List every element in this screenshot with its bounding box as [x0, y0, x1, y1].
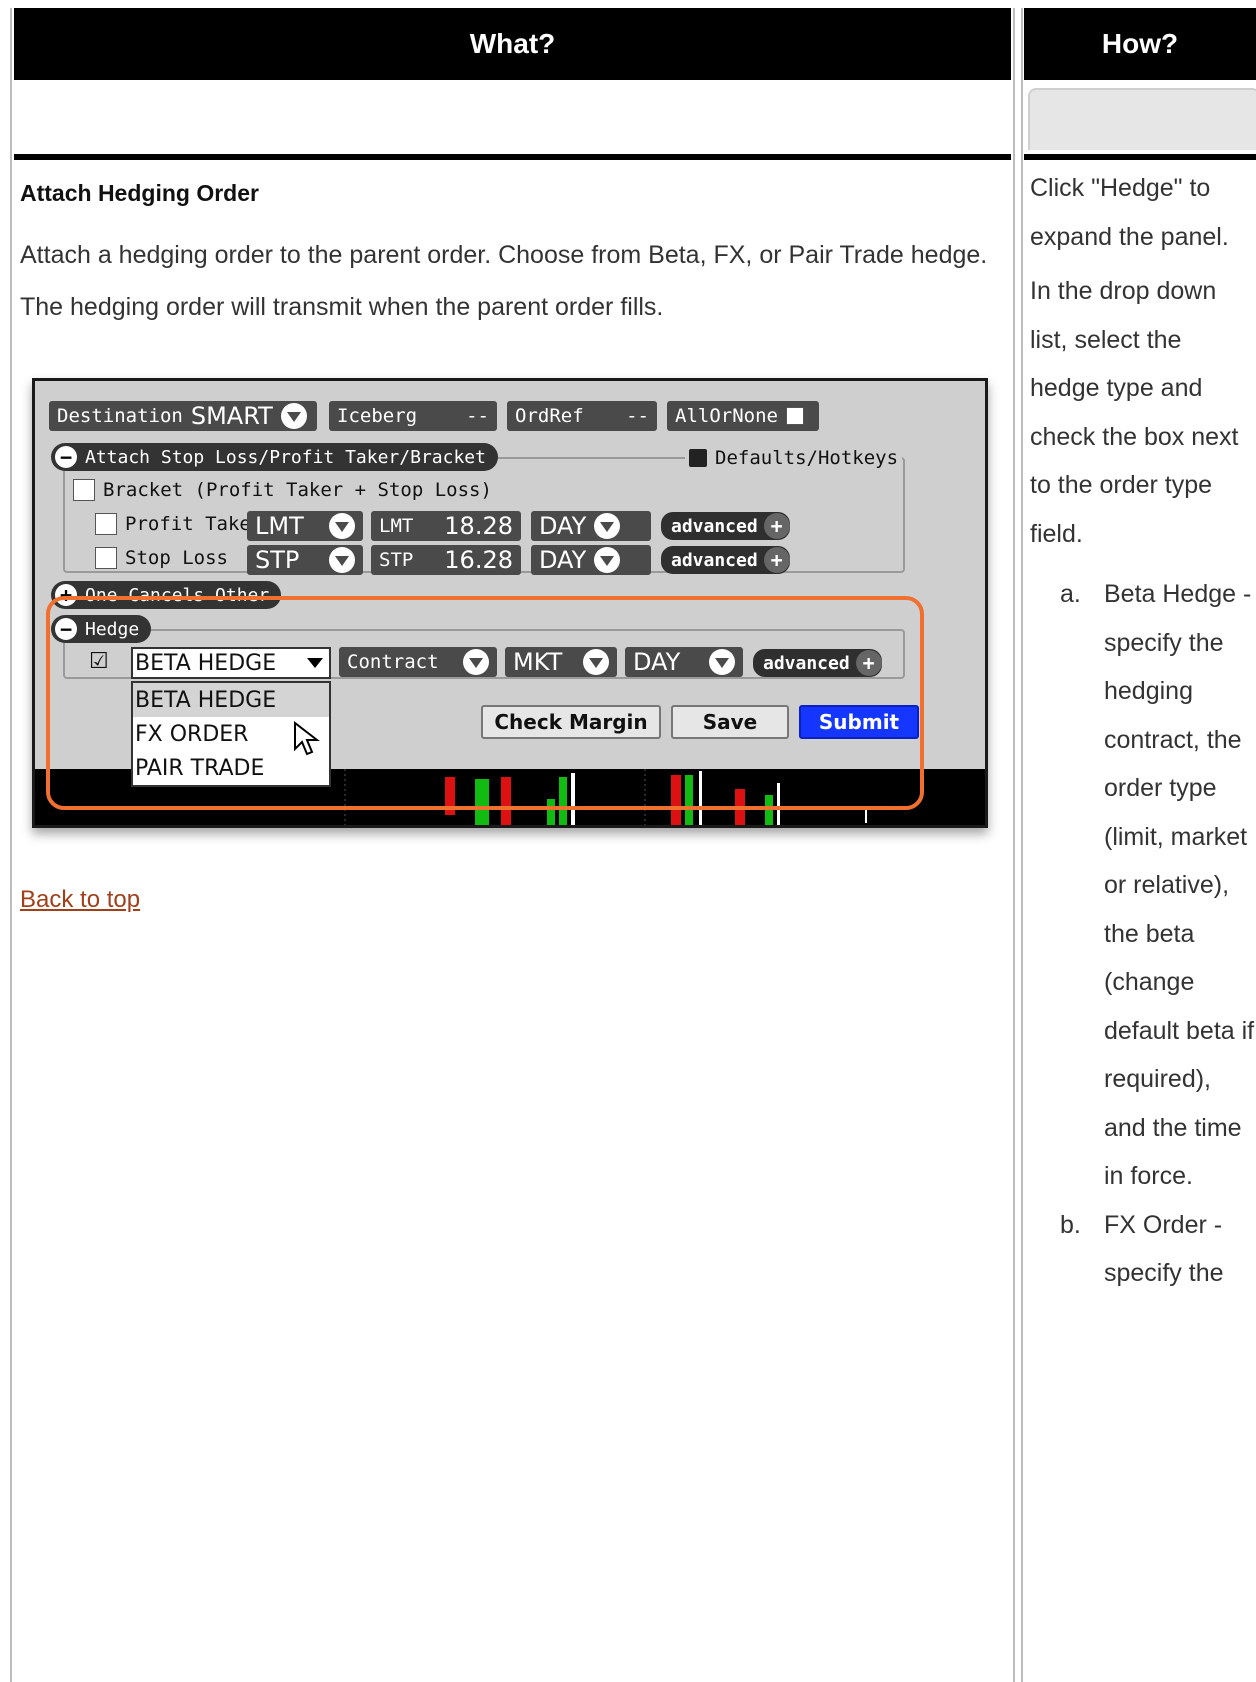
stop-price-field[interactable]: STP 16.28 [371, 545, 521, 575]
table-left-border [10, 8, 12, 1682]
list-marker: b. [1060, 1210, 1081, 1239]
defaults-label: Defaults/Hotkeys [715, 447, 899, 469]
bracket-checkbox[interactable] [73, 479, 95, 501]
advanced-label: advanced [671, 549, 758, 571]
stop-loss-label: Stop Loss [125, 547, 228, 569]
chevron-down-icon[interactable] [280, 403, 307, 429]
profit-type-select[interactable]: LMT [247, 511, 363, 541]
iceberg-label: Iceberg [337, 405, 418, 427]
section-title: Attach Hedging Order [20, 180, 259, 206]
how-step-2: In the drop down list, select the hedge … [1030, 277, 1239, 548]
list-item-text: Beta Hedge - specify the hedging contrac… [1104, 580, 1255, 1190]
chevron-down-icon [594, 547, 621, 573]
profit-advanced-button[interactable]: advanced + [661, 512, 790, 540]
stop-loss-row[interactable]: Stop Loss [95, 547, 228, 569]
what-header: What? [14, 8, 1011, 80]
stop-type-value: STP [255, 546, 300, 574]
bracket-label: Bracket (Profit Taker + Stop Loss) [103, 479, 492, 501]
profit-tif-select[interactable]: DAY [531, 511, 651, 541]
destination-value: SMART [190, 402, 273, 430]
stop-tif-select[interactable]: DAY [531, 545, 651, 575]
hedge-type-list: a. Beta Hedge - specify the hedging cont… [1030, 570, 1256, 1298]
chevron-down-icon [329, 547, 355, 573]
attach-tab-label: Attach Stop Loss/Profit Taker/Bracket [85, 446, 486, 468]
chevron-down-icon [329, 513, 355, 539]
plus-icon: + [763, 513, 790, 539]
how-header-panel [1028, 88, 1256, 150]
stop-advanced-button[interactable]: advanced + [661, 546, 790, 574]
defaults-hotkeys-link[interactable]: Defaults/Hotkeys [685, 447, 903, 469]
stop-type-select[interactable]: STP [247, 545, 363, 575]
iceberg-value: -- [466, 405, 489, 427]
save-disk-icon [689, 449, 707, 467]
list-marker: a. [1060, 580, 1081, 608]
destination-field[interactable]: Destination SMART [49, 401, 317, 431]
profit-taker-checkbox[interactable] [95, 513, 117, 535]
allornone-label: AllOrNone [675, 405, 778, 427]
profit-tif-value: DAY [539, 512, 587, 540]
list-item: b. FX Order - specify the [1030, 1201, 1256, 1298]
profit-taker-row[interactable]: Profit Taker [95, 513, 262, 535]
profit-price-field[interactable]: LMT 18.28 [371, 511, 521, 541]
bracket-row[interactable]: Bracket (Profit Taker + Stop Loss) [73, 479, 492, 501]
list-item-text: FX Order - specify the [1104, 1210, 1224, 1288]
profit-type-value: LMT [255, 512, 304, 540]
stop-price-label: STP [379, 549, 414, 571]
back-to-top-link[interactable]: Back to top [20, 886, 140, 914]
profit-taker-label: Profit Taker [125, 513, 263, 535]
chevron-down-icon [594, 513, 621, 539]
allornone-field[interactable]: AllOrNone [667, 401, 819, 431]
what-column: Attach Hedging Order Attach a hedging or… [20, 180, 1010, 333]
section-divider [14, 154, 1011, 160]
ordref-field[interactable]: OrdRef -- [507, 401, 657, 431]
how-header: How? [1024, 8, 1256, 80]
how-step-1: Click "Hedge" to expand the panel. [1030, 174, 1229, 251]
stop-loss-checkbox[interactable] [95, 547, 117, 569]
ordref-label: OrdRef [515, 405, 584, 427]
list-item: a. Beta Hedge - specify the hedging cont… [1030, 570, 1256, 1201]
ordref-value: -- [626, 405, 649, 427]
iceberg-field[interactable]: Iceberg -- [329, 401, 497, 431]
plus-icon: + [763, 547, 790, 573]
column-divider [1021, 8, 1023, 1682]
how-column: Click "Hedge" to expand the panel. In th… [1030, 158, 1256, 1298]
collapse-icon: − [55, 445, 77, 469]
profit-price-value: 18.28 [444, 512, 513, 540]
advanced-label: advanced [671, 515, 758, 537]
content-table: What? How? Attach Hedging Order Attach a… [10, 8, 1256, 1682]
order-entry-screenshot: Destination SMART Iceberg -- OrdRef -- A… [32, 378, 1012, 848]
column-divider [1013, 8, 1015, 1682]
profit-price-label: LMT [379, 515, 414, 537]
attach-stop-loss-tab[interactable]: − Attach Stop Loss/Profit Taker/Bracket [51, 443, 498, 471]
hedge-highlight-outline [46, 596, 924, 810]
section-description: Attach a hedging order to the parent ord… [20, 241, 988, 321]
destination-label: Destination [57, 405, 183, 427]
stop-tif-value: DAY [539, 546, 587, 574]
allornone-checkbox[interactable] [785, 407, 804, 425]
stop-price-value: 16.28 [444, 546, 513, 574]
